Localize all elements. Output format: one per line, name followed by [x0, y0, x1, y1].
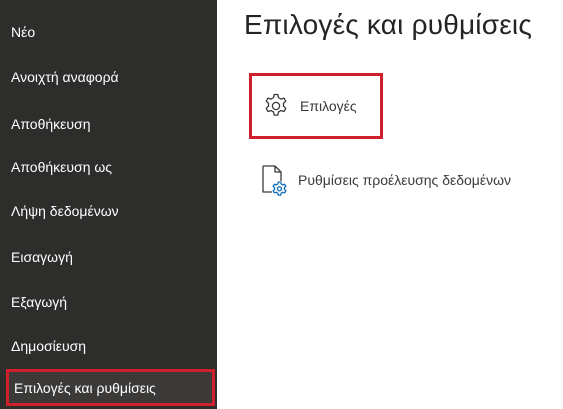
data-source-settings-label: Ρυθμίσεις προέλευσης δεδομένων: [298, 172, 512, 188]
sidebar-item-label: Εισαγωγή: [11, 249, 73, 265]
sidebar-item-import[interactable]: Εισαγωγή: [0, 237, 217, 277]
sidebar-item-export[interactable]: Εξαγωγή: [0, 282, 217, 322]
sidebar-item-save-as[interactable]: Αποθήκευση ως: [0, 147, 217, 187]
data-source-settings-button[interactable]: Ρυθμίσεις προέλευσης δεδομένων: [258, 160, 511, 200]
sidebar-item-get-data[interactable]: Λήψη δεδομένων: [0, 191, 217, 231]
sidebar-item-label: Νέο: [11, 24, 36, 40]
sidebar-item-label: Αποθήκευση ως: [11, 159, 113, 175]
sidebar-item-label: Εξαγωγή: [11, 294, 68, 310]
sidebar-item-options-and-settings[interactable]: Επιλογές και ρυθμίσεις: [6, 369, 215, 406]
sidebar-item-label: Επιλογές και ρυθμίσεις: [14, 379, 156, 396]
sidebar-item-open-report[interactable]: Ανοιχτή αναφορά: [0, 57, 217, 97]
page-title: Επιλογές και ρυθμίσεις: [244, 9, 533, 40]
sidebar-item-new[interactable]: Νέο: [0, 12, 217, 52]
app-window: Νέο Ανοιχτή αναφορά Αποθήκευση Αποθήκευσ…: [0, 0, 563, 409]
options-label: Επιλογές: [300, 98, 357, 114]
sidebar-item-label: Ανοιχτή αναφορά: [11, 69, 119, 85]
options-button[interactable]: Επιλογές: [249, 73, 383, 139]
sidebar-item-save[interactable]: Αποθήκευση: [0, 104, 217, 144]
sidebar: Νέο Ανοιχτή αναφορά Αποθήκευση Αποθήκευσ…: [0, 0, 217, 409]
sidebar-item-publish[interactable]: Δημοσίευση: [0, 326, 217, 366]
sidebar-item-label: Δημοσίευση: [11, 338, 87, 354]
gear-icon: [261, 91, 291, 121]
sidebar-item-label: Αποθήκευση: [11, 116, 91, 132]
data-source-settings-icon: [258, 165, 288, 196]
sidebar-item-label: Λήψη δεδομένων: [11, 203, 119, 219]
